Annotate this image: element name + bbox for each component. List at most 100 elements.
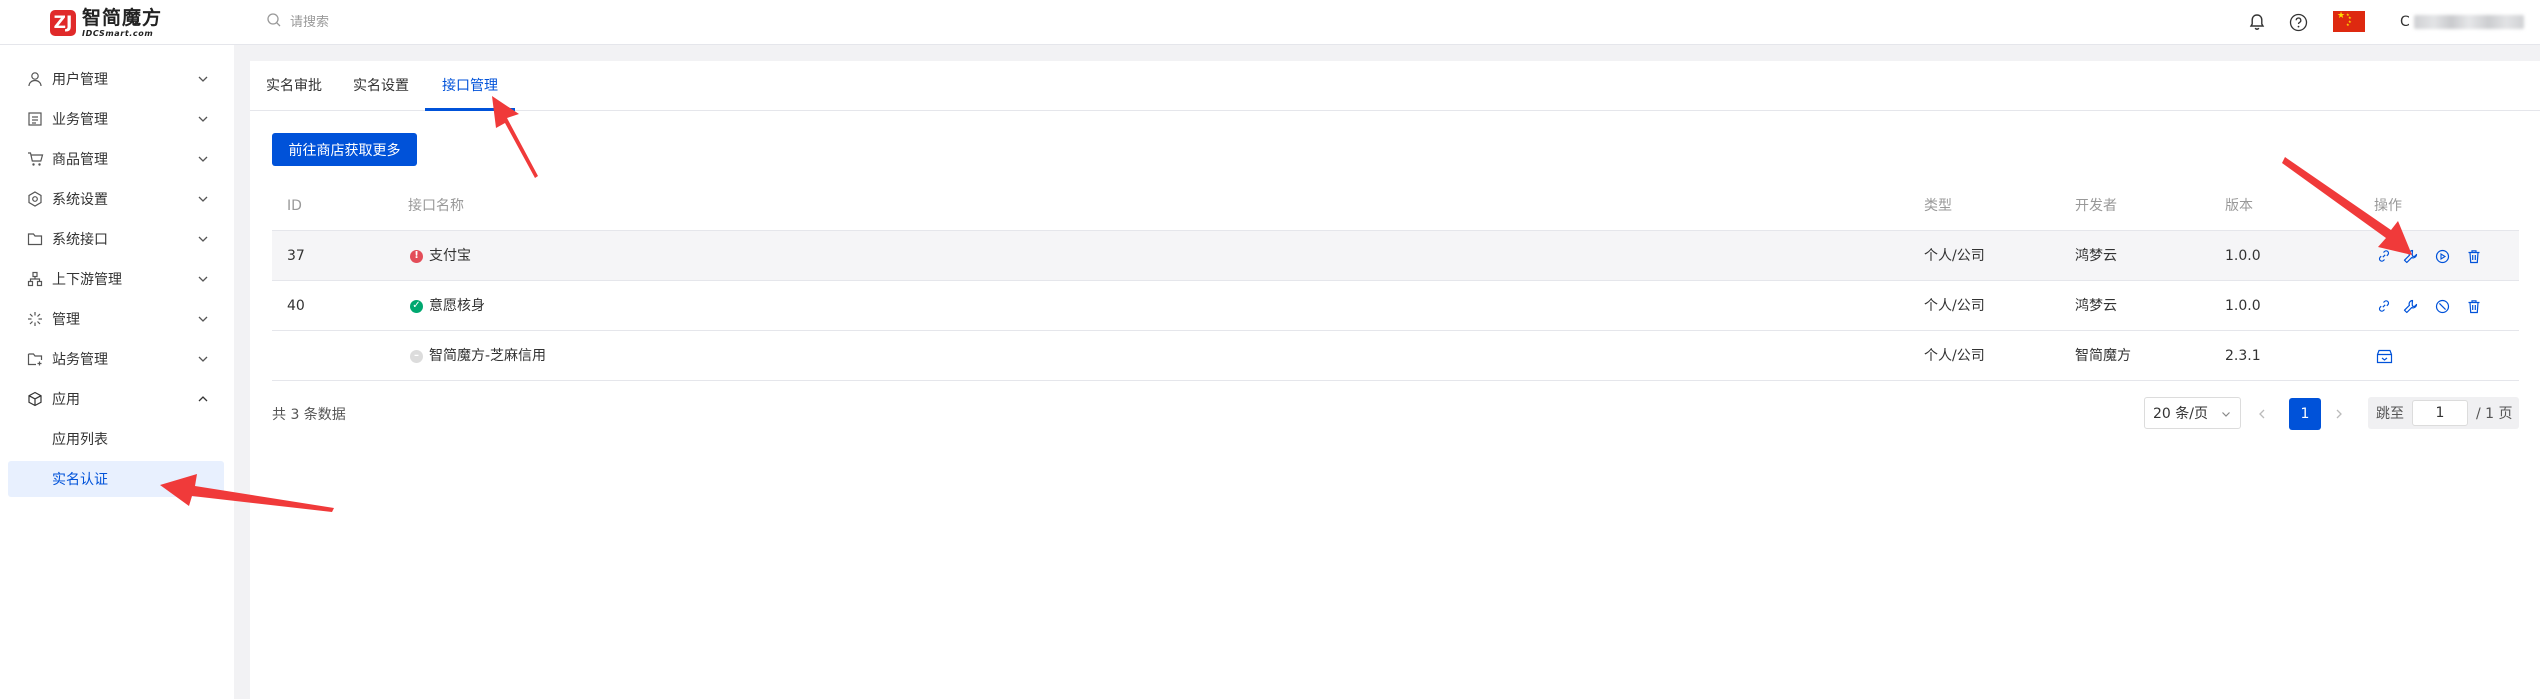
cell-name: ✓ 意愿核身 xyxy=(410,281,485,331)
tab-realname-approval[interactable]: 实名审批 xyxy=(264,61,324,111)
install-icon[interactable] xyxy=(2374,346,2394,366)
table-header: ID 接口名称 类型 开发者 版本 操作 xyxy=(272,181,2519,231)
sidebar-item-label: 站务管理 xyxy=(52,352,108,368)
sidebar-item-label: 上下游管理 xyxy=(52,272,122,288)
sidebar-item-management[interactable]: 管理 xyxy=(8,301,224,337)
sidebar-subitem-label: 实名认证 xyxy=(52,472,108,488)
china-flag-icon[interactable]: ★ ★ ★ ★ ★ xyxy=(2333,11,2365,32)
search-input[interactable] xyxy=(290,14,490,30)
sidebar-item-system-interface[interactable]: 系统接口 xyxy=(8,221,224,257)
sidebar-item-product-management[interactable]: 商品管理 xyxy=(8,141,224,177)
chevron-down-icon xyxy=(198,316,208,322)
page-jumper: 跳至 / 1 页 xyxy=(2368,397,2519,429)
sidebar-item-label: 业务管理 xyxy=(52,112,108,128)
help-icon[interactable] xyxy=(2288,12,2308,32)
interface-name: 智简魔方-芝麻信用 xyxy=(429,348,547,364)
wrench-icon[interactable] xyxy=(2400,246,2420,266)
sidebar-item-business-management[interactable]: 业务管理 xyxy=(8,101,224,137)
chevron-down-icon xyxy=(198,276,208,282)
active-tab-indicator xyxy=(425,108,515,111)
bell-icon[interactable] xyxy=(2247,12,2267,32)
wrench-icon[interactable] xyxy=(2400,296,2420,316)
jump-label: 跳至 xyxy=(2376,406,2404,422)
tab-interface-management[interactable]: 接口管理 xyxy=(440,61,500,111)
tab-realname-settings[interactable]: 实名设置 xyxy=(351,61,411,111)
sidebar-item-apps[interactable]: 应用 xyxy=(8,381,224,417)
user-account[interactable]: C xyxy=(2400,14,2524,30)
prev-page-button[interactable] xyxy=(2250,400,2274,428)
row-actions xyxy=(2374,346,2406,366)
minus-status-icon: – xyxy=(410,349,423,363)
col-name: 接口名称 xyxy=(408,198,464,214)
sidebar-subitem-app-list[interactable]: 应用列表 xyxy=(8,421,224,457)
col-id: ID xyxy=(287,198,302,214)
tab-bar: 实名审批 实名设置 接口管理 xyxy=(250,61,2540,111)
chevron-down-icon xyxy=(198,76,208,82)
chevron-down-icon xyxy=(198,356,208,362)
cell-id: 37 xyxy=(287,248,305,264)
chevron-down-icon xyxy=(198,236,208,242)
delete-icon[interactable] xyxy=(2464,246,2484,266)
sidebar-divider xyxy=(234,45,250,699)
cell-name: – 智简魔方-芝麻信用 xyxy=(410,331,546,381)
row-actions xyxy=(2374,246,2496,266)
logo-text: 智简魔方 xyxy=(82,6,163,29)
table-row[interactable]: 37 ! 支付宝 个人/公司 鸿梦云 1.0.0 xyxy=(272,231,2519,281)
col-version: 版本 xyxy=(2225,198,2253,214)
table-row[interactable]: 40 ✓ 意愿核身 个人/公司 鸿梦云 1.0.0 xyxy=(272,281,2519,331)
cell-version: 1.0.0 xyxy=(2225,298,2261,314)
error-status-icon: ! xyxy=(410,249,423,263)
chevron-right-icon xyxy=(2336,409,2342,419)
link-icon[interactable] xyxy=(2374,296,2394,316)
cell-version: 1.0.0 xyxy=(2225,248,2261,264)
cell-developer: 鸿梦云 xyxy=(2075,248,2117,264)
chevron-down-icon xyxy=(198,196,208,202)
play-circle-icon[interactable] xyxy=(2432,246,2452,266)
sidebar-item-site-management[interactable]: 站务管理 xyxy=(8,341,224,377)
page-size-select[interactable]: 20 条/页 xyxy=(2144,397,2241,429)
chevron-up-icon xyxy=(198,396,208,402)
total-count: 共 3 条数据 xyxy=(272,407,346,423)
main-panel: 实名审批 实名设置 接口管理 前往商店获取更多 ID 接口名称 类型 开发者 版… xyxy=(250,61,2540,699)
blurred-username xyxy=(2413,15,2524,29)
chevron-down-icon xyxy=(198,116,208,122)
sidebar-subitem-realname-auth[interactable]: 实名认证 xyxy=(8,461,224,497)
logo[interactable]: ZJ 智简魔方 IDCSmart.com xyxy=(50,7,162,39)
cube-icon xyxy=(26,390,44,408)
check-status-icon: ✓ xyxy=(410,299,423,313)
cell-version: 2.3.1 xyxy=(2225,348,2261,364)
sidebar-item-user-management[interactable]: 用户管理 xyxy=(8,61,224,97)
search-bar xyxy=(266,11,490,33)
col-type: 类型 xyxy=(1924,198,1952,214)
col-actions: 操作 xyxy=(2374,198,2402,214)
page-number-button[interactable]: 1 xyxy=(2289,398,2321,430)
link-icon[interactable] xyxy=(2374,246,2394,266)
sidebar-item-label: 管理 xyxy=(52,312,80,328)
chevron-left-icon xyxy=(2259,409,2265,419)
interface-name: 支付宝 xyxy=(429,248,471,264)
sidebar-item-system-settings[interactable]: 系统设置 xyxy=(8,181,224,217)
row-actions xyxy=(2374,296,2496,316)
folder-add-icon xyxy=(26,350,44,368)
list-icon xyxy=(26,110,44,128)
cell-developer: 智简魔方 xyxy=(2075,348,2131,364)
delete-icon[interactable] xyxy=(2464,296,2484,316)
gear-icon xyxy=(26,190,44,208)
cell-type: 个人/公司 xyxy=(1924,248,1985,264)
jump-page-input[interactable] xyxy=(2412,400,2468,426)
next-page-button[interactable] xyxy=(2327,400,2351,428)
sidebar-item-label: 应用 xyxy=(52,392,80,408)
sidebar-item-label: 商品管理 xyxy=(52,152,108,168)
table-row[interactable]: – 智简魔方-芝麻信用 个人/公司 智简魔方 2.3.1 xyxy=(272,331,2519,381)
disable-icon[interactable] xyxy=(2432,296,2452,316)
top-header: ZJ 智简魔方 IDCSmart.com ★ ★ ★ ★ ★ C xyxy=(0,0,2540,45)
sidebar-item-upstream-downstream[interactable]: 上下游管理 xyxy=(8,261,224,297)
chevron-down-icon xyxy=(198,156,208,162)
cell-name: ! 支付宝 xyxy=(410,231,471,281)
cell-id: 40 xyxy=(287,298,305,314)
cell-type: 个人/公司 xyxy=(1924,298,1985,314)
cart-icon xyxy=(26,150,44,168)
goto-store-button[interactable]: 前往商店获取更多 xyxy=(272,133,417,166)
logo-subtext: IDCSmart.com xyxy=(82,28,154,38)
page-size-value: 20 条/页 xyxy=(2153,406,2208,422)
